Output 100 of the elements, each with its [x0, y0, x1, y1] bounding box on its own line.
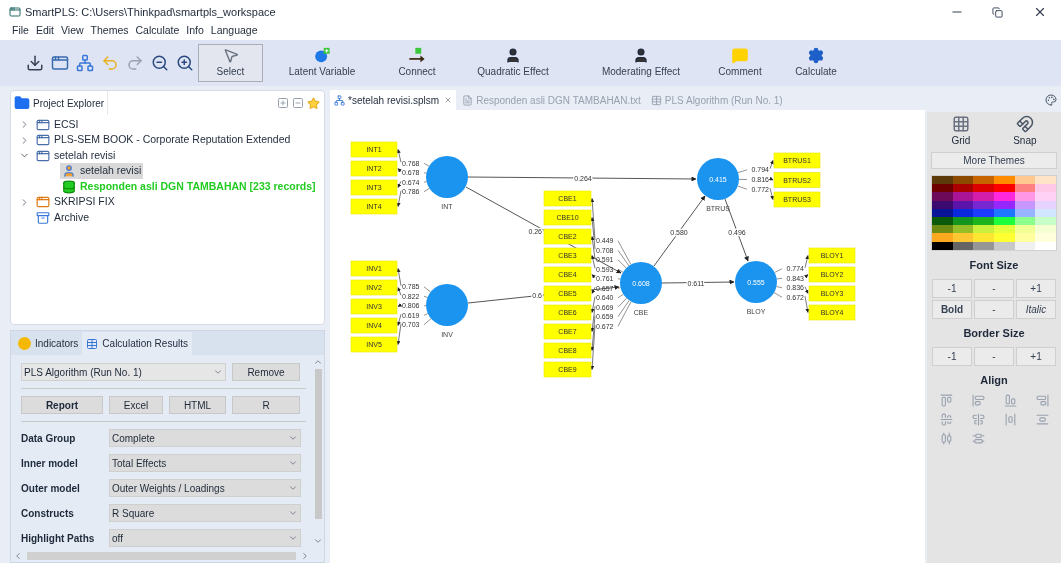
panel-button[interactable]: Bold [932, 300, 972, 320]
color-swatch[interactable] [1014, 216, 1036, 226]
download-icon[interactable] [26, 54, 44, 72]
expand-all-icon[interactable] [277, 97, 289, 109]
color-swatch[interactable] [1035, 176, 1056, 185]
color-swatch[interactable] [1014, 225, 1036, 234]
color-swatch[interactable] [1035, 241, 1056, 250]
setting-dropdown[interactable]: R Square [109, 504, 301, 522]
more-themes-button[interactable]: More Themes [931, 152, 1057, 169]
color-swatch[interactable] [1014, 192, 1036, 201]
zoom-in-icon[interactable] [176, 54, 194, 72]
color-swatch[interactable] [932, 192, 953, 201]
panel-tab[interactable]: Indicators [14, 332, 83, 355]
tool-button[interactable]: Latent Variable [263, 44, 381, 82]
setting-dropdown[interactable]: off [109, 529, 301, 547]
align-icon[interactable] [971, 432, 985, 446]
menu-item[interactable]: File [12, 23, 29, 39]
color-swatch[interactable] [1035, 192, 1056, 201]
panel-button[interactable]: -1 [932, 279, 972, 299]
menu-item[interactable]: Language [210, 23, 258, 39]
canvas-tool-button[interactable]: Grid [951, 115, 971, 148]
color-swatch[interactable] [952, 233, 974, 242]
color-swatch[interactable] [952, 216, 974, 226]
tool-button[interactable]: Calculate [771, 44, 861, 82]
zoom-out-icon[interactable] [151, 54, 169, 72]
color-swatch[interactable] [973, 200, 994, 209]
align-icon[interactable] [1003, 413, 1017, 427]
panel-button[interactable]: +1 [1016, 279, 1056, 299]
color-swatch[interactable] [973, 184, 994, 193]
align-icon[interactable] [1003, 394, 1017, 408]
menu-item[interactable]: Info [186, 23, 204, 39]
color-swatch[interactable] [994, 200, 1015, 209]
panel-button[interactable]: -1 [932, 346, 972, 366]
align-icon[interactable] [1035, 413, 1049, 427]
color-swatch[interactable] [952, 192, 974, 201]
tree-item[interactable]: setelah revisi [60, 163, 144, 180]
setting-dropdown[interactable]: Outer Weights / Loadings [109, 479, 301, 497]
color-swatch[interactable] [1035, 200, 1056, 209]
tree-item[interactable]: setelah revisi [34, 147, 118, 164]
color-swatch[interactable] [952, 184, 974, 193]
close-icon[interactable] [1033, 5, 1047, 19]
scroll-right-icon[interactable] [300, 551, 310, 561]
color-swatch[interactable] [994, 225, 1015, 234]
restore-icon[interactable] [992, 6, 1003, 18]
star-icon[interactable] [307, 96, 320, 110]
setting-dropdown[interactable]: Complete [109, 429, 301, 447]
color-swatch[interactable] [932, 176, 953, 185]
color-swatch[interactable] [994, 192, 1015, 201]
color-swatch[interactable] [973, 233, 994, 242]
run-dropdown[interactable]: PLS Algorithm (Run No. 1) [21, 363, 226, 381]
collapse-all-icon[interactable] [292, 97, 304, 109]
menu-item[interactable]: Calculate [135, 23, 180, 39]
color-swatch[interactable] [952, 241, 974, 250]
align-icon[interactable] [939, 394, 953, 408]
color-swatch[interactable] [952, 176, 974, 185]
scroll-left-icon[interactable] [13, 551, 23, 561]
color-swatch[interactable] [1035, 233, 1056, 242]
menu-item[interactable]: Themes [90, 23, 129, 39]
panel-tab[interactable]: Calculation Results [82, 332, 192, 355]
color-swatch[interactable] [1014, 208, 1036, 217]
tool-button[interactable]: Moderating Effect [573, 44, 709, 82]
color-swatch[interactable] [973, 225, 994, 234]
canvas-tool-button[interactable]: Snap [1013, 115, 1037, 148]
color-swatch[interactable] [1035, 225, 1056, 234]
color-swatch[interactable] [994, 241, 1015, 250]
align-icon[interactable] [939, 432, 953, 446]
panel-button[interactable]: - [974, 346, 1014, 366]
color-swatch[interactable] [994, 208, 1015, 217]
panel-button[interactable]: - [974, 300, 1014, 320]
color-swatch[interactable] [932, 208, 953, 217]
color-swatch[interactable] [932, 216, 953, 226]
tree-item[interactable]: Archive [34, 209, 91, 226]
tool-button[interactable]: Select [198, 44, 263, 82]
menu-item[interactable]: Edit [35, 23, 54, 39]
align-icon[interactable] [939, 413, 953, 427]
color-swatch[interactable] [973, 176, 994, 185]
export-button[interactable]: R [232, 396, 300, 414]
color-swatch[interactable] [952, 225, 974, 234]
scroll-down-icon[interactable] [313, 536, 323, 546]
hierarchy-icon[interactable] [76, 54, 94, 72]
tree-item[interactable]: ECSI [34, 116, 81, 133]
color-swatch[interactable] [973, 208, 994, 217]
setting-dropdown[interactable]: Total Effects [109, 454, 301, 472]
tree-item[interactable]: SKRIPSI FIX [34, 194, 117, 211]
color-swatch[interactable] [994, 184, 1015, 193]
color-swatch[interactable] [932, 233, 953, 242]
color-swatch[interactable] [952, 208, 974, 217]
panel-button[interactable]: Italic [1016, 300, 1056, 320]
color-swatch[interactable] [932, 184, 953, 193]
export-button[interactable]: Report [21, 396, 103, 414]
scroll-up-icon[interactable] [313, 357, 323, 367]
model-canvas[interactable] [330, 110, 925, 563]
color-swatch[interactable] [1035, 184, 1056, 193]
color-swatch[interactable] [1014, 200, 1036, 209]
tool-button[interactable]: Connect [381, 44, 453, 82]
color-swatch[interactable] [932, 241, 953, 250]
panel-button[interactable]: - [974, 279, 1014, 299]
editor-tab[interactable]: *setelah revisi.splsm [330, 90, 457, 110]
menu-item[interactable]: View [61, 23, 84, 39]
color-swatch[interactable] [932, 225, 953, 234]
